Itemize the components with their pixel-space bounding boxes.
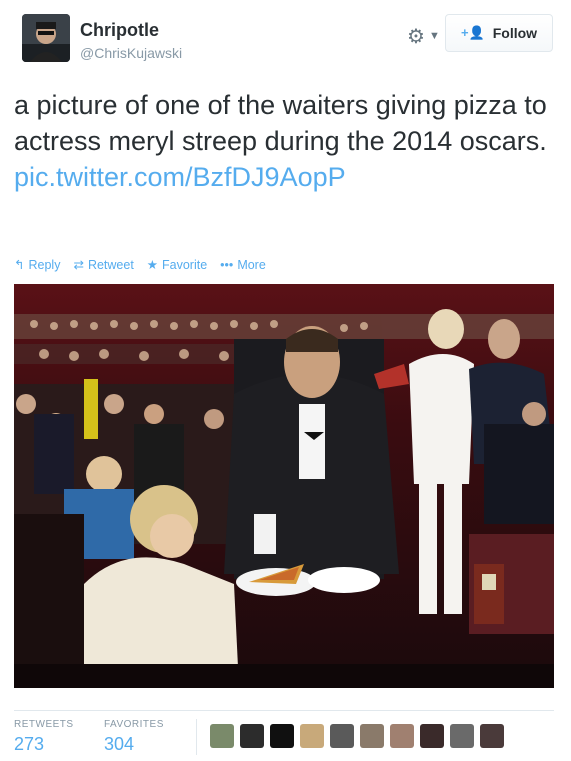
retweets-stat[interactable]: RETWEETS 273 — [14, 719, 74, 755]
reply-icon: ↰ — [14, 258, 25, 272]
avatar[interactable] — [240, 724, 264, 748]
retweets-count: 273 — [14, 734, 45, 754]
gear-icon: ⚙ — [407, 26, 425, 48]
more-label: More — [237, 257, 266, 272]
favorite-star-icon: ★ — [146, 258, 159, 272]
favorite-label: Favorite — [162, 257, 208, 272]
follow-button[interactable]: +👤 Follow — [445, 14, 553, 52]
user-actions-menu[interactable]: ⚙ ▼ — [407, 24, 447, 48]
reply-label: Reply — [28, 257, 61, 272]
follow-add-icon: +👤 — [460, 25, 485, 40]
retweets-label: RETWEETS — [14, 719, 74, 730]
avatar[interactable] — [450, 724, 474, 748]
avatar[interactable] — [390, 724, 414, 748]
favoriter-avatars — [210, 724, 504, 748]
favorites-count: 304 — [104, 734, 135, 754]
avatar[interactable] — [480, 724, 504, 748]
favorite-button[interactable]: ★ Favorite — [146, 257, 208, 273]
retweet-button[interactable]: ⇄ Retweet — [73, 257, 134, 273]
avatar[interactable] — [420, 724, 444, 748]
tweet-media-link[interactable]: pic.twitter.com/BzfDJ9AopP — [14, 159, 554, 195]
tweet-stats: RETWEETS 273 FAVORITES 304 — [14, 710, 554, 761]
avatar[interactable] — [270, 724, 294, 748]
reply-button[interactable]: ↰ Reply — [14, 257, 61, 273]
more-dots-icon: ••• — [220, 257, 234, 272]
user-names: Chripotle @ChrisKujawski — [80, 20, 182, 61]
avatar[interactable] — [300, 724, 324, 748]
retweet-label: Retweet — [87, 257, 134, 272]
avatar[interactable] — [330, 724, 354, 748]
avatar[interactable] — [210, 724, 234, 748]
stats-divider — [196, 719, 197, 755]
tweet-text: a picture of one of the waiters giving p… — [14, 87, 554, 195]
avatar[interactable] — [22, 14, 70, 62]
tweet-header: Chripotle @ChrisKujawski ⚙ ▼ +👤 Follow — [14, 14, 557, 70]
favorites-stat[interactable]: FAVORITES 304 — [104, 719, 164, 755]
avatar[interactable] — [360, 724, 384, 748]
tweet-actions: ↰ Reply ⇄ Retweet ★ Favorite ••• More — [14, 257, 266, 273]
follow-label: Follow — [492, 25, 538, 41]
screen-name[interactable]: @ChrisKujawski — [80, 45, 182, 61]
tweet-photo[interactable] — [14, 284, 554, 688]
retweet-icon: ⇄ — [73, 258, 84, 272]
favorites-label: FAVORITES — [104, 719, 164, 730]
chevron-down-icon: ▼ — [429, 30, 440, 42]
more-button[interactable]: ••• More — [220, 257, 266, 272]
tweet-body: a picture of one of the waiters giving p… — [14, 90, 547, 156]
display-name[interactable]: Chripotle — [80, 20, 182, 41]
